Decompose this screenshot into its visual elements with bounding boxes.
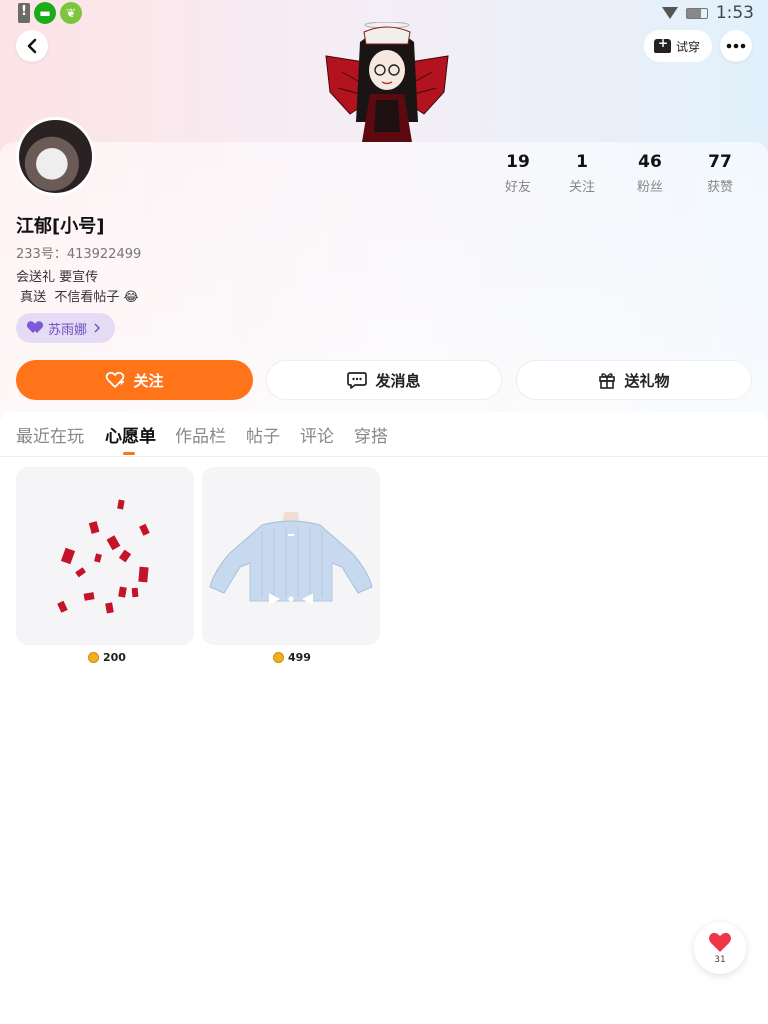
- blue-sweater-image: [209, 512, 373, 605]
- app-notification-icon: ▬: [34, 2, 56, 24]
- floating-like-button[interactable]: 31: [694, 922, 746, 974]
- send-gift-button[interactable]: 送礼物: [516, 360, 752, 400]
- tab-posts[interactable]: 帖子: [246, 422, 280, 447]
- character-avatar-image[interactable]: [320, 22, 454, 142]
- item-price-value: 200: [103, 651, 126, 664]
- outfit-icon: [653, 36, 671, 53]
- send-message-button[interactable]: 发消息: [266, 360, 502, 400]
- follow-label: 关注: [133, 371, 164, 390]
- status-time: 1:53: [715, 3, 754, 23]
- tab-comments[interactable]: 评论: [300, 422, 334, 447]
- double-heart-icon: [28, 322, 42, 334]
- stat-label: 关注: [568, 180, 595, 195]
- message-label: 发消息: [375, 371, 421, 390]
- user-id: 233号：413922499: [16, 247, 142, 262]
- coin-icon: [273, 652, 284, 663]
- heart-plus-icon: [106, 371, 125, 388]
- chevron-right-icon: [94, 323, 101, 333]
- coin-icon: [88, 652, 99, 663]
- profile-stats: 19 好友 1 关注 46 粉丝 77 获赞: [488, 152, 768, 198]
- profile-tabs: 最近在玩 心愿单 作品栏 帖子 评论 穿搭: [0, 412, 768, 457]
- leaf-app-icon: ❦: [60, 2, 82, 24]
- back-button[interactable]: [16, 30, 48, 62]
- stat-friends[interactable]: 19 好友: [488, 152, 548, 195]
- chat-bubble-icon: [347, 372, 368, 389]
- gift-icon: [599, 373, 616, 389]
- item-price-value: 499: [288, 651, 311, 664]
- wifi-icon: [661, 7, 678, 19]
- more-options-button[interactable]: [720, 30, 752, 62]
- wishlist-item-blue-sweater[interactable]: [202, 467, 380, 645]
- stat-value: 77: [708, 152, 732, 172]
- gift-label: 送礼物: [624, 371, 670, 390]
- stat-label: 好友: [504, 180, 531, 195]
- stat-fans[interactable]: 46 粉丝: [620, 152, 680, 195]
- battery-alert-icon: [18, 3, 30, 23]
- tab-works[interactable]: 作品栏: [175, 422, 226, 447]
- chevron-left-icon: [27, 38, 37, 54]
- try-on-label: 试穿: [675, 39, 700, 54]
- red-envelopes-image: [57, 499, 150, 614]
- tab-recently-played[interactable]: 最近在玩: [16, 422, 84, 447]
- more-dots-icon: [726, 43, 746, 49]
- stat-label: 获赞: [706, 180, 733, 195]
- try-on-button[interactable]: 试穿: [643, 30, 712, 62]
- follow-button[interactable]: 关注: [16, 360, 253, 400]
- heart-icon: [709, 932, 731, 952]
- user-bio: 会送礼 要宣传 真送 不信看帖子 😂: [16, 270, 139, 305]
- profile-avatar[interactable]: [16, 117, 95, 196]
- tab-outfits[interactable]: 穿搭: [354, 422, 388, 447]
- stat-value: 19: [506, 152, 530, 172]
- item-price: 200: [88, 651, 126, 664]
- active-tab-indicator: [123, 452, 135, 455]
- like-count: 31: [714, 955, 726, 965]
- stat-value: 1: [576, 152, 588, 172]
- wishlist-item-red-envelopes[interactable]: [16, 467, 194, 645]
- stat-value: 46: [638, 152, 662, 172]
- close-friend-tag[interactable]: 苏雨娜: [16, 313, 116, 343]
- item-price: 499: [273, 651, 311, 664]
- stat-following[interactable]: 1 关注: [552, 152, 612, 195]
- stat-likes[interactable]: 77 获赞: [690, 152, 750, 195]
- stat-label: 粉丝: [636, 180, 663, 195]
- close-friend-name: 苏雨娜: [48, 322, 88, 338]
- tab-wishlist[interactable]: 心愿单: [105, 422, 156, 447]
- battery-icon: [685, 7, 708, 19]
- username: 江郁[小号]: [16, 216, 105, 237]
